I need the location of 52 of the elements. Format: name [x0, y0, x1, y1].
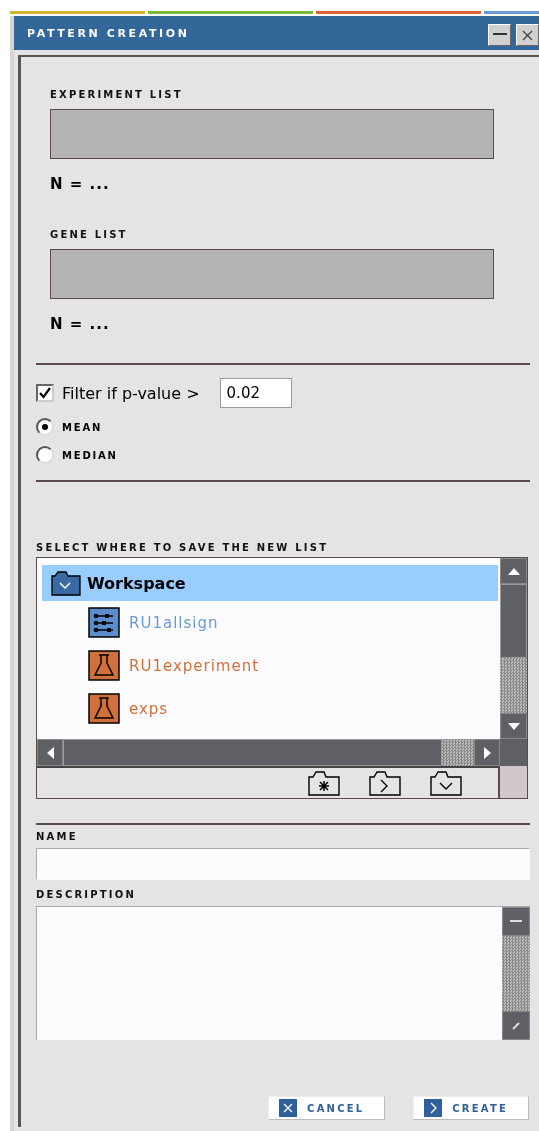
- slash-icon: [512, 1021, 520, 1030]
- gene-count: N = ...: [50, 315, 110, 333]
- scrollbar-corner: [500, 739, 527, 766]
- radio-button[interactable]: [36, 446, 54, 464]
- dash-icon: [510, 920, 522, 923]
- radio-button[interactable]: [36, 418, 54, 436]
- scrollbar-thumb[interactable]: [500, 584, 527, 658]
- down-arrow-icon: [507, 722, 520, 730]
- close-button[interactable]: [516, 24, 539, 46]
- name-label: NAME: [36, 831, 78, 842]
- vertical-scrollbar[interactable]: [502, 907, 530, 1040]
- tree-item-label: Workspace: [87, 573, 186, 593]
- cancel-button[interactable]: CANCEL: [268, 1096, 386, 1120]
- new-folder-icon[interactable]: [308, 770, 340, 796]
- description-field[interactable]: [36, 906, 530, 1040]
- flask-icon: [88, 693, 120, 724]
- folder-chevron-down-icon[interactable]: [430, 770, 462, 796]
- save-location-label: SELECT WHERE TO SAVE THE NEW LIST: [36, 542, 329, 553]
- minimize-button[interactable]: [488, 24, 511, 46]
- close-icon: [279, 1099, 298, 1117]
- window-title: PATTERN CREATION: [27, 26, 190, 40]
- gene-list-box[interactable]: [50, 249, 494, 299]
- sliders-icon: [88, 607, 120, 638]
- scrollbar-thumb[interactable]: [63, 739, 442, 766]
- minimize-icon: [492, 33, 507, 37]
- tree-item-label: RU1allsign: [129, 613, 219, 632]
- create-button[interactable]: CREATE: [413, 1096, 529, 1120]
- flask-icon: [88, 650, 120, 681]
- horizontal-scrollbar[interactable]: [37, 739, 500, 766]
- experiment-count: N = ...: [50, 175, 110, 193]
- experiment-list-box[interactable]: [50, 109, 494, 159]
- tree-item-label: exps: [129, 699, 169, 718]
- radio-label: MEAN: [62, 421, 103, 433]
- p-value-field[interactable]: 0.02: [219, 378, 292, 408]
- close-icon: [522, 29, 533, 41]
- tree-item[interactable]: exps: [42, 687, 498, 730]
- right-arrow-icon: [483, 746, 491, 759]
- folder-chevron-right-icon[interactable]: [369, 770, 401, 796]
- radio-label: MEDIAN: [62, 449, 118, 461]
- name-field[interactable]: [36, 848, 530, 880]
- gene-list-label: GENE LIST: [50, 229, 128, 240]
- left-arrow-icon: [46, 746, 54, 759]
- tree-item-label: RU1experiment: [129, 656, 260, 675]
- vertical-scrollbar[interactable]: [500, 558, 527, 739]
- tree-item[interactable]: Workspace: [42, 565, 498, 601]
- filter-label: Filter if p-value >: [62, 383, 200, 403]
- tree-item[interactable]: RU1experiment: [42, 644, 498, 687]
- experiment-list-label: EXPERIMENT LIST: [50, 89, 183, 100]
- chevron-right-icon: [424, 1099, 443, 1117]
- filter-checkbox[interactable]: [36, 384, 54, 402]
- up-arrow-icon: [507, 567, 520, 575]
- description-label: DESCRIPTION: [36, 889, 137, 900]
